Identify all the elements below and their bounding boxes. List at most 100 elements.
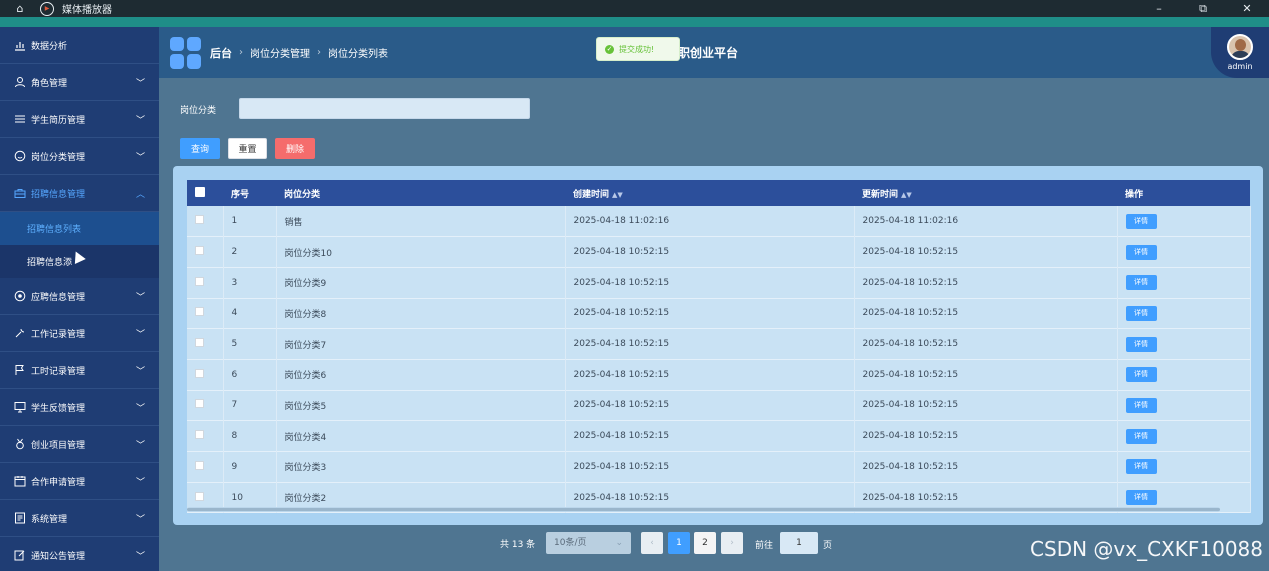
column-header-label: 更新时间 [862, 189, 899, 200]
home-icon[interactable]: ⌂ [0, 2, 40, 15]
sidebar-item-recruitment[interactable]: 招聘信息管理 ︿ [0, 175, 159, 212]
sidebar-item-feedback[interactable]: 学生反馈管理 ﹀ [0, 389, 159, 426]
close-button[interactable]: ✕ [1225, 0, 1269, 17]
select-all-checkbox[interactable] [187, 180, 223, 206]
table-row[interactable]: 2 岗位分类10 2025-04-18 10:52:15 2025-04-18 10:… [187, 236, 1251, 268]
table-row[interactable]: 5 岗位分类7 2025-04-18 10:52:15 2025-04-18 10:5… [187, 328, 1251, 360]
detail-button[interactable]: 详情 [1125, 213, 1157, 229]
chevron-down-icon: ﹀ [135, 79, 145, 89]
cell-created-time: 2025-04-18 10:52:15 [565, 298, 855, 329]
page-button-2[interactable]: 2 [694, 532, 716, 554]
detail-button[interactable]: 详情 [1125, 336, 1157, 352]
chevron-down-icon: ﹀ [135, 441, 145, 451]
column-header-actions: 操作 [1125, 189, 1144, 200]
table-row[interactable]: 9 岗位分类3 2025-04-18 10:52:15 2025-04-18 10:5… [187, 451, 1251, 483]
sidebar-item-job-categories[interactable]: 岗位分类管理 ﹀ [0, 138, 159, 175]
detail-button[interactable]: 详情 [1125, 244, 1157, 260]
cell-updated-time: 2025-04-18 10:52:15 [854, 236, 1118, 268]
horizontal-scrollbar[interactable] [187, 507, 1220, 512]
sort-icon[interactable]: ▲▼ [901, 191, 912, 199]
sidebar-item-resumes[interactable]: 学生简历管理 ﹀ [0, 101, 159, 138]
goto-page-input[interactable]: 1 [780, 532, 818, 554]
cell-category: 岗位分类10 [276, 236, 566, 268]
sidebar-item-projects[interactable]: 创业项目管理 ﹀ [0, 426, 159, 463]
edit-icon [13, 548, 27, 562]
cell-updated-time: 2025-04-18 11:02:16 [854, 206, 1118, 237]
user-menu[interactable]: admin [1211, 27, 1269, 78]
medal-icon [13, 437, 27, 451]
detail-button[interactable]: 详情 [1125, 428, 1157, 444]
cell-category: 岗位分类3 [276, 451, 566, 483]
detail-button[interactable]: 详情 [1125, 367, 1157, 383]
sidebar-item-label: 创业项目管理 [31, 440, 86, 451]
chevron-down-icon: ﹀ [135, 293, 145, 303]
sidebar-item-system[interactable]: 系统管理 ﹀ [0, 500, 159, 537]
column-header-created[interactable]: 创建时间 ▲▼ [565, 180, 854, 206]
chevron-down-icon: ﹀ [135, 515, 145, 525]
minimize-button[interactable]: – [1137, 0, 1181, 17]
reset-button[interactable]: 重置 [228, 138, 267, 159]
page-size-select[interactable]: 10条/页 ⌄ [546, 532, 631, 554]
sidebar-item-notices[interactable]: 通知公告管理 ﹀ [0, 537, 159, 571]
row-checkbox[interactable] [187, 298, 224, 329]
success-toast: ✓ 提交成功! [596, 37, 680, 61]
cell-updated-time: 2025-04-18 10:52:15 [854, 420, 1118, 452]
app-logo-icon [170, 36, 202, 69]
page-unit-label: 页 [823, 541, 833, 551]
sidebar-item-hours[interactable]: 工时记录管理 ﹀ [0, 352, 159, 389]
cell-updated-time: 2025-04-18 10:52:15 [854, 267, 1118, 299]
detail-button[interactable]: 详情 [1125, 397, 1157, 413]
table-row[interactable]: 3 岗位分类9 2025-04-18 10:52:15 2025-04-18 10:5… [187, 267, 1251, 299]
cell-created-time: 2025-04-18 10:52:15 [565, 420, 855, 452]
category-filter-input[interactable] [239, 98, 530, 119]
next-page-button[interactable]: › [721, 532, 743, 554]
detail-button[interactable]: 详情 [1125, 275, 1157, 291]
row-checkbox[interactable] [187, 236, 224, 268]
table-row[interactable]: 8 岗位分类4 2025-04-18 10:52:15 2025-04-18 10:5… [187, 420, 1251, 452]
breadcrumb-category-mgmt[interactable]: 岗位分类管理 [250, 45, 310, 60]
sidebar-item-cooperation[interactable]: 合作申请管理 ﹀ [0, 463, 159, 500]
table-row[interactable]: 6 岗位分类6 2025-04-18 10:52:15 2025-04-18 10:5… [187, 359, 1251, 391]
page-button-1[interactable]: 1 [668, 532, 690, 554]
chevron-down-icon: ﹀ [135, 153, 145, 163]
prev-page-button[interactable]: ‹ [641, 532, 663, 554]
row-checkbox[interactable] [187, 359, 224, 391]
sort-icon[interactable]: ▲▼ [612, 191, 623, 199]
sidebar-item-applications[interactable]: 应聘信息管理 ﹀ [0, 278, 159, 315]
sidebar-subitem-recruitment-list[interactable]: 招聘信息列表 [0, 212, 159, 245]
cell-created-time: 2025-04-18 10:52:15 [565, 390, 855, 421]
sidebar-item-data-analysis[interactable]: 数据分析 [0, 27, 159, 64]
row-checkbox[interactable] [187, 390, 224, 421]
cell-created-time: 2025-04-18 11:02:16 [565, 206, 855, 237]
row-checkbox[interactable] [187, 451, 224, 483]
query-button[interactable]: 查询 [180, 138, 220, 159]
cell-updated-time: 2025-04-18 10:52:15 [854, 451, 1118, 483]
row-checkbox[interactable] [187, 206, 224, 237]
table-row[interactable]: 1 销售 2025-04-18 11:02:16 2025-04-18 11:02:1… [187, 206, 1251, 237]
window-titlebar: ⌂ ▶ 媒体播放器 – ⧉ ✕ [0, 0, 1269, 17]
cell-actions: 详情 [1117, 206, 1251, 237]
column-header-updated[interactable]: 更新时间 ▲▼ [854, 180, 1117, 206]
row-checkbox[interactable] [187, 267, 224, 299]
detail-button[interactable]: 详情 [1125, 490, 1157, 506]
cell-category: 岗位分类4 [276, 420, 566, 452]
delete-button[interactable]: 删除 [275, 138, 315, 159]
avatar[interactable] [1227, 34, 1253, 60]
sidebar-item-roles[interactable]: 角色管理 ﹀ [0, 64, 159, 101]
table-row[interactable]: 4 岗位分类8 2025-04-18 10:52:15 2025-04-18 10:5… [187, 298, 1251, 329]
cell-index: 6 [223, 359, 277, 391]
sidebar-item-work-records[interactable]: 工作记录管理 ﹀ [0, 315, 159, 352]
restore-button[interactable]: ⧉ [1181, 0, 1225, 17]
row-checkbox[interactable] [187, 328, 224, 360]
toast-message: 提交成功! [619, 44, 655, 54]
breadcrumb-home[interactable]: 后台 [210, 45, 232, 61]
table-row[interactable]: 7 岗位分类5 2025-04-18 10:52:15 2025-04-18 10:5… [187, 390, 1251, 421]
sidebar-item-label: 合作申请管理 [31, 477, 86, 488]
detail-button[interactable]: 详情 [1125, 305, 1157, 321]
detail-button[interactable]: 详情 [1125, 459, 1157, 475]
watermark: CSDN @vx_CXKF10088 [1030, 537, 1263, 561]
cell-updated-time: 2025-04-18 10:52:15 [854, 390, 1118, 421]
row-checkbox[interactable] [187, 420, 224, 452]
cell-created-time: 2025-04-18 10:52:15 [565, 236, 855, 268]
scrollbar-thumb[interactable] [187, 508, 1220, 511]
